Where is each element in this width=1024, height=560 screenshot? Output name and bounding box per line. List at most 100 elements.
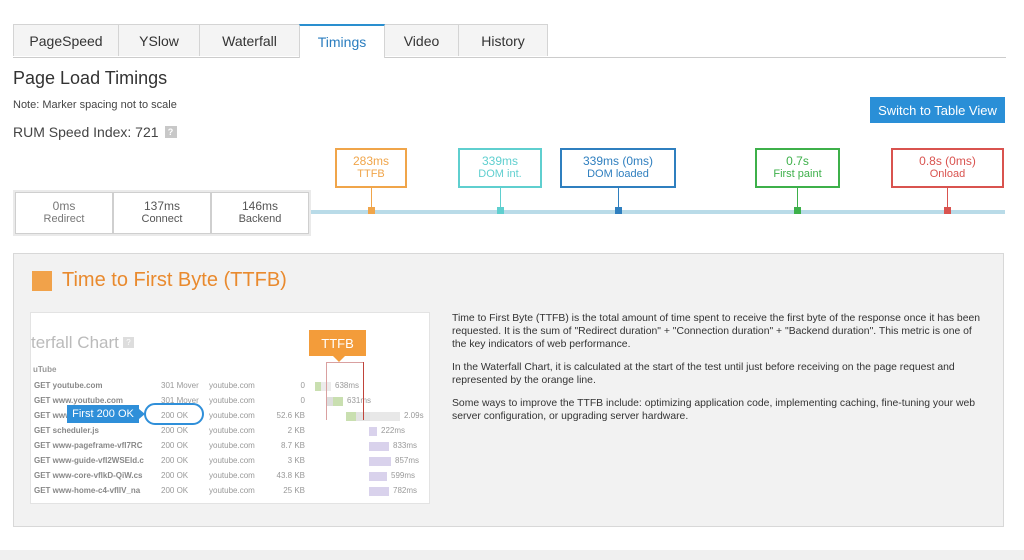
marker-label: TTFB: [357, 168, 385, 180]
waterfall-bar: [369, 472, 387, 481]
marker-value: 0.8s (0ms): [919, 154, 976, 168]
segment-value: 0ms: [52, 199, 76, 213]
square-icon: [32, 270, 52, 291]
help-icon: ?: [123, 337, 134, 348]
segment-label: Connect: [141, 213, 183, 225]
help-icon[interactable]: ?: [164, 126, 177, 138]
waterfall-bar: [369, 457, 391, 466]
table-row: GET scheduler.js 200 OK youtube.com 2 KB 222…: [33, 424, 429, 438]
request-cell: GET scheduler.js: [34, 426, 99, 435]
marker-label: Onload: [929, 168, 966, 180]
tab-waterfall[interactable]: Waterfall: [199, 24, 300, 56]
marker-value: 339ms: [481, 154, 519, 168]
time-cell: 599ms: [391, 471, 416, 480]
domain-cell: youtube.com: [209, 456, 255, 465]
marker-ttfb[interactable]: 283ms TTFB: [335, 148, 407, 188]
description-paragraph: Some ways to improve the TTFB include: o…: [452, 398, 976, 422]
marker-stem: [618, 188, 619, 208]
segment-redirect: 0ms Redirect: [15, 192, 113, 234]
marker-onload[interactable]: 0.8s (0ms) Onload: [891, 148, 1004, 188]
marker-first-paint[interactable]: 0.7s First paint: [755, 148, 840, 188]
ttfb-tag: TTFB: [309, 330, 366, 362]
scale-note: Note: Marker spacing not to scale: [13, 99, 177, 111]
marker-dot: [794, 207, 801, 214]
status-cell: 200 OK: [161, 441, 189, 450]
panel-title: Time to First Byte (TTFB): [32, 269, 287, 292]
marker-value: 283ms: [352, 154, 390, 168]
panel-description: Time to First Byte (TTFB) is the total a…: [452, 312, 982, 433]
time-cell: 782ms: [393, 486, 418, 495]
tab-pagespeed[interactable]: PageSpeed: [13, 24, 119, 56]
tab-yslow[interactable]: YSlow: [118, 24, 200, 56]
size-cell: 3 KB: [287, 456, 305, 465]
marker-dot: [615, 207, 622, 214]
marker-stem: [947, 188, 948, 208]
page-title: Page Load Timings: [13, 68, 168, 88]
marker-dom-loaded[interactable]: 339ms (0ms) DOM loaded: [560, 148, 676, 188]
request-cell: GET www-home-c4-vflIV_na: [34, 486, 141, 495]
ttfb-start-line: [326, 362, 327, 420]
table-row: GET www-home-c4-vflIV_na 200 OK youtube.co…: [33, 484, 429, 498]
marker-dom-interactive[interactable]: 339ms DOM int.: [458, 148, 542, 188]
status-cell: 200 OK: [161, 471, 189, 480]
size-cell: 0: [300, 396, 305, 405]
waterfall-bar: [346, 412, 356, 421]
size-cell: 0: [300, 381, 305, 390]
highlight-ring: [144, 403, 204, 425]
marker-dot: [368, 207, 375, 214]
marker-stem: [797, 188, 798, 208]
time-cell: 857ms: [395, 456, 420, 465]
domain-cell: youtube.com: [209, 381, 255, 390]
time-cell: 2.09s: [404, 411, 424, 420]
domain-cell: youtube.com: [209, 411, 255, 420]
waterfall-bar: [369, 487, 389, 496]
description-paragraph: In the Waterfall Chart, it is calculated…: [452, 362, 955, 386]
segment-backend: 146ms Backend: [211, 192, 309, 234]
request-cell: GET www: [34, 411, 72, 420]
size-cell: 2 KB: [287, 426, 305, 435]
segment-connect: 137ms Connect: [113, 192, 211, 234]
request-cell: GET www-pageframe-vfl7RC: [34, 441, 143, 450]
switch-table-view-button[interactable]: Switch to Table View: [870, 97, 1005, 123]
tab-bar: PageSpeed YSlow Waterfall Timings Video …: [13, 24, 1006, 58]
status-cell: 200 OK: [161, 456, 189, 465]
marker-value: 0.7s: [786, 154, 809, 168]
rum-speed-index: RUM Speed Index: 721 ?: [13, 124, 177, 140]
waterfall-bar: [370, 412, 400, 421]
tab-timings[interactable]: Timings: [299, 24, 385, 58]
marker-stem: [500, 188, 501, 208]
waterfall-title: terfall Chart: [31, 333, 119, 352]
waterfall-group-label: uTube: [33, 365, 57, 374]
domain-cell: youtube.com: [209, 486, 255, 495]
request-cell: GET www.youtube.com: [34, 396, 124, 405]
segment-value: 137ms: [143, 199, 181, 213]
marker-label: DOM int.: [478, 168, 522, 180]
table-row: GET www-pageframe-vfl7RC 200 OK youtube.co…: [33, 439, 429, 453]
footer-strip: [0, 550, 1024, 560]
marker-stem: [371, 188, 372, 208]
marker-dot: [497, 207, 504, 214]
segment-label: Backend: [238, 213, 282, 225]
time-cell: 631ms: [347, 396, 372, 405]
segment-label: Redirect: [43, 213, 85, 225]
timeline-track: [310, 210, 1005, 214]
description-paragraph: Time to First Byte (TTFB) is the total a…: [452, 313, 981, 350]
status-cell: 301 Mover: [161, 381, 199, 390]
marker-dot: [944, 207, 951, 214]
tab-video[interactable]: Video: [384, 24, 459, 56]
request-cell: GET www-core-vflkD-QiW.cs: [34, 471, 143, 480]
ttfb-end-line: [363, 362, 364, 420]
time-cell: 833ms: [393, 441, 418, 450]
waterfall-bar: [333, 397, 343, 406]
table-row: GET www-core-vflkD-QiW.cs 200 OK youtube.c…: [33, 469, 429, 483]
tab-history[interactable]: History: [458, 24, 548, 56]
waterfall-bar: [369, 427, 377, 436]
domain-cell: youtube.com: [209, 441, 255, 450]
status-cell: 200 OK: [161, 486, 189, 495]
segment-value: 146ms: [241, 199, 279, 213]
table-row: GET youtube.com 301 Mover youtube.com 0 638m…: [33, 379, 429, 393]
ttfb-range-line: [326, 362, 364, 363]
marker-label: First paint: [773, 168, 822, 180]
size-cell: 25 KB: [283, 486, 305, 495]
status-cell: 200 OK: [161, 426, 189, 435]
